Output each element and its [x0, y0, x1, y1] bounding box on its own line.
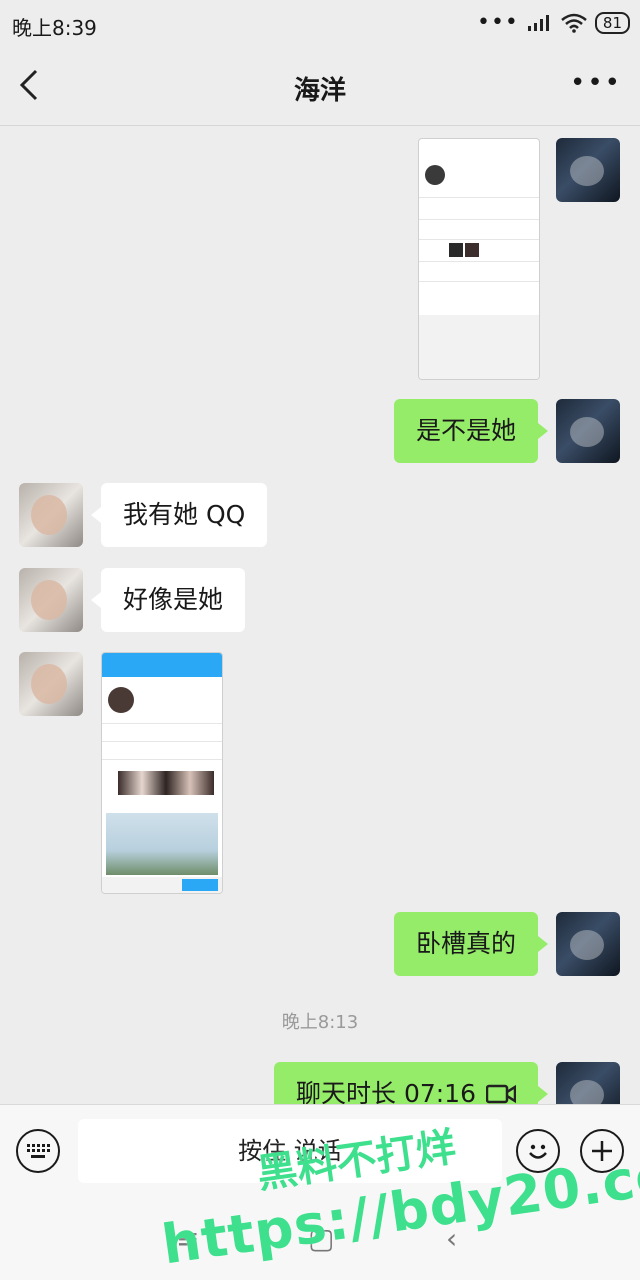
notification-dots-icon: ••• — [476, 10, 519, 35]
my-avatar[interactable] — [556, 912, 620, 976]
thumbnail-avatar — [425, 165, 445, 185]
plus-icon[interactable] — [580, 1129, 624, 1173]
friend-avatar[interactable] — [19, 652, 83, 716]
more-icon[interactable]: ••• — [570, 68, 622, 98]
signal-icon — [527, 15, 549, 31]
system-navigation-bar: ≡ ▢ ‹ — [0, 1196, 640, 1280]
my-avatar[interactable] — [556, 138, 620, 202]
friend-avatar[interactable] — [19, 568, 83, 632]
chat-header: 海洋 ••• — [0, 50, 640, 126]
call-duration-text: 聊天时长 07:16 — [296, 1079, 476, 1104]
status-bar: 晚上8:39 ••• 81 — [0, 0, 640, 50]
chat-title: 海洋 — [293, 76, 346, 106]
thumbnail-avatar — [108, 687, 134, 713]
keyboard-icon[interactable] — [16, 1129, 60, 1173]
call-record-bubble[interactable]: 聊天时长 07:16 — [274, 1062, 548, 1104]
outgoing-message-bubble[interactable]: 是不是她 — [393, 399, 549, 463]
status-icons: ••• 81 — [477, 12, 630, 34]
input-bar: 按住 说话 — [0, 1104, 640, 1196]
battery-indicator: 81 — [594, 12, 630, 34]
friend-avatar[interactable] — [19, 483, 83, 547]
wifi-icon — [561, 13, 587, 33]
home-icon[interactable]: ▢ — [308, 1222, 334, 1255]
image-message-profile-screenshot[interactable] — [418, 138, 540, 380]
outgoing-message-bubble[interactable]: 卧槽真的 — [393, 912, 549, 976]
status-time: 晚上8:39 — [12, 16, 97, 40]
incoming-message-bubble[interactable]: 我有她 QQ — [90, 483, 268, 547]
video-call-icon — [486, 1084, 516, 1104]
message-list[interactable]: 是不是她 我有她 QQ 好像是她 卧槽真的 晚上8:13 聊天时长 07:16 — [0, 126, 640, 1104]
image-message-qq-screenshot[interactable] — [101, 652, 223, 894]
my-avatar[interactable] — [556, 1062, 620, 1104]
back-icon[interactable]: ‹ — [446, 1222, 457, 1255]
emoji-icon[interactable] — [516, 1129, 560, 1173]
incoming-message-bubble[interactable]: 好像是她 — [90, 568, 246, 632]
message-timestamp: 晚上8:13 — [281, 1012, 359, 1033]
menu-icon[interactable]: ≡ — [176, 1222, 199, 1255]
hold-to-talk-button[interactable]: 按住 说话 — [78, 1119, 502, 1183]
my-avatar[interactable] — [556, 399, 620, 463]
